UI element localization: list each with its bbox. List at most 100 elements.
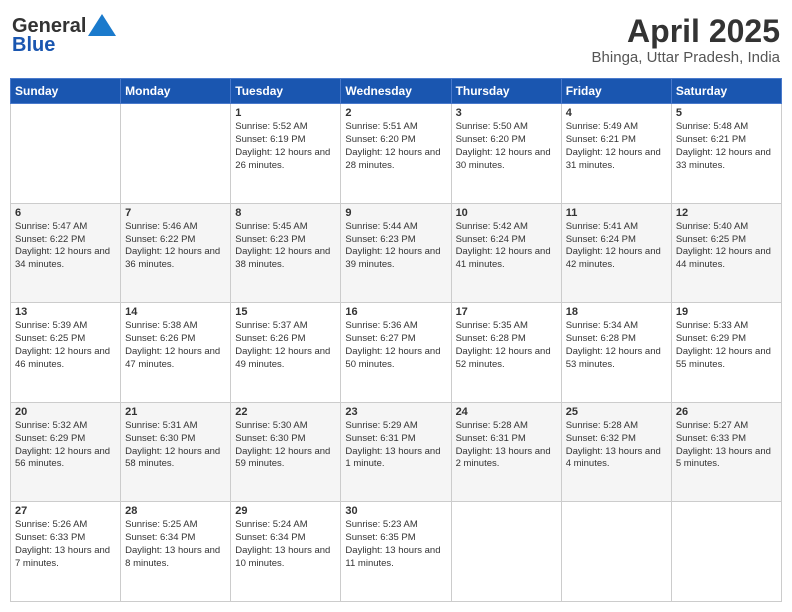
calendar-week-row: 20 Sunrise: 5:32 AM Sunset: 6:29 PM Dayli…: [11, 402, 782, 502]
table-row: 27 Sunrise: 5:26 AM Sunset: 6:33 PM Dayli…: [11, 502, 121, 602]
table-row: [451, 502, 561, 602]
day-number: 23: [345, 406, 446, 418]
cell-content: Sunrise: 5:42 AM Sunset: 6:24 PM Dayligh…: [456, 221, 557, 272]
table-row: 25 Sunrise: 5:28 AM Sunset: 6:32 PM Dayli…: [561, 402, 671, 502]
cell-content: Sunrise: 5:24 AM Sunset: 6:34 PM Dayligh…: [235, 519, 336, 570]
day-number: 29: [235, 505, 336, 517]
cell-content: Sunrise: 5:28 AM Sunset: 6:31 PM Dayligh…: [456, 420, 557, 471]
cell-content: Sunrise: 5:23 AM Sunset: 6:35 PM Dayligh…: [345, 519, 446, 570]
day-number: 3: [456, 107, 557, 119]
day-number: 12: [676, 207, 777, 219]
day-number: 30: [345, 505, 446, 517]
table-row: 24 Sunrise: 5:28 AM Sunset: 6:31 PM Dayli…: [451, 402, 561, 502]
day-number: 10: [456, 207, 557, 219]
day-number: 18: [566, 306, 667, 318]
table-row: 20 Sunrise: 5:32 AM Sunset: 6:29 PM Dayli…: [11, 402, 121, 502]
day-number: 14: [125, 306, 226, 318]
cell-content: Sunrise: 5:38 AM Sunset: 6:26 PM Dayligh…: [125, 320, 226, 371]
location: Bhinga, Uttar Pradesh, India: [592, 49, 780, 66]
table-row: 15 Sunrise: 5:37 AM Sunset: 6:26 PM Dayli…: [231, 303, 341, 403]
cell-content: Sunrise: 5:34 AM Sunset: 6:28 PM Dayligh…: [566, 320, 667, 371]
cell-content: Sunrise: 5:32 AM Sunset: 6:29 PM Dayligh…: [15, 420, 116, 471]
day-number: 16: [345, 306, 446, 318]
day-number: 26: [676, 406, 777, 418]
cell-content: Sunrise: 5:25 AM Sunset: 6:34 PM Dayligh…: [125, 519, 226, 570]
table-row: 6 Sunrise: 5:47 AM Sunset: 6:22 PM Daylig…: [11, 203, 121, 303]
day-number: 6: [15, 207, 116, 219]
month-title: April 2025: [592, 14, 780, 49]
day-number: 21: [125, 406, 226, 418]
day-number: 9: [345, 207, 446, 219]
day-number: 7: [125, 207, 226, 219]
col-friday: Friday: [561, 79, 671, 104]
page: General Blue April 2025 Bhinga, Uttar Pr…: [0, 0, 792, 612]
cell-content: Sunrise: 5:29 AM Sunset: 6:31 PM Dayligh…: [345, 420, 446, 471]
table-row: 18 Sunrise: 5:34 AM Sunset: 6:28 PM Dayli…: [561, 303, 671, 403]
cell-content: Sunrise: 5:50 AM Sunset: 6:20 PM Dayligh…: [456, 121, 557, 172]
table-row: 19Sunrise: 5:33 AM Sunset: 6:29 PM Dayli…: [671, 303, 781, 403]
calendar-week-row: 1Sunrise: 5:52 AM Sunset: 6:19 PM Daylig…: [11, 104, 782, 204]
day-number: 27: [15, 505, 116, 517]
cell-content: Sunrise: 5:44 AM Sunset: 6:23 PM Dayligh…: [345, 221, 446, 272]
day-number: 24: [456, 406, 557, 418]
col-monday: Monday: [121, 79, 231, 104]
table-row: 9 Sunrise: 5:44 AM Sunset: 6:23 PM Daylig…: [341, 203, 451, 303]
table-row: 22Sunrise: 5:30 AM Sunset: 6:30 PM Dayli…: [231, 402, 341, 502]
table-row: 30 Sunrise: 5:23 AM Sunset: 6:35 PM Dayli…: [341, 502, 451, 602]
cell-content: Sunrise: 5:40 AM Sunset: 6:25 PM Dayligh…: [676, 221, 777, 272]
day-number: 22: [235, 406, 336, 418]
day-number: 5: [676, 107, 777, 119]
cell-content: Sunrise: 5:28 AM Sunset: 6:32 PM Dayligh…: [566, 420, 667, 471]
table-row: 29 Sunrise: 5:24 AM Sunset: 6:34 PM Dayli…: [231, 502, 341, 602]
day-number: 13: [15, 306, 116, 318]
logo-triangle-icon: [88, 14, 116, 36]
calendar-week-row: 6 Sunrise: 5:47 AM Sunset: 6:22 PM Daylig…: [11, 203, 782, 303]
table-row: 16 Sunrise: 5:36 AM Sunset: 6:27 PM Dayli…: [341, 303, 451, 403]
table-row: 4 Sunrise: 5:49 AM Sunset: 6:21 PM Daylig…: [561, 104, 671, 204]
cell-content: Sunrise: 5:52 AM Sunset: 6:19 PM Dayligh…: [235, 121, 336, 172]
day-number: 17: [456, 306, 557, 318]
calendar-header-row: Sunday Monday Tuesday Wednesday Thursday…: [11, 79, 782, 104]
table-row: 1Sunrise: 5:52 AM Sunset: 6:19 PM Daylig…: [231, 104, 341, 204]
day-number: 8: [235, 207, 336, 219]
table-row: 3 Sunrise: 5:50 AM Sunset: 6:20 PM Daylig…: [451, 104, 561, 204]
day-number: 2: [345, 107, 446, 119]
table-row: 26Sunrise: 5:27 AM Sunset: 6:33 PM Dayli…: [671, 402, 781, 502]
day-number: 25: [566, 406, 667, 418]
table-row: 12 Sunrise: 5:40 AM Sunset: 6:25 PM Dayli…: [671, 203, 781, 303]
day-number: 15: [235, 306, 336, 318]
cell-content: Sunrise: 5:39 AM Sunset: 6:25 PM Dayligh…: [15, 320, 116, 371]
table-row: 5 Sunrise: 5:48 AM Sunset: 6:21 PM Daylig…: [671, 104, 781, 204]
table-row: 21 Sunrise: 5:31 AM Sunset: 6:30 PM Dayli…: [121, 402, 231, 502]
cell-content: Sunrise: 5:45 AM Sunset: 6:23 PM Dayligh…: [235, 221, 336, 272]
cell-content: Sunrise: 5:48 AM Sunset: 6:21 PM Dayligh…: [676, 121, 777, 172]
cell-content: Sunrise: 5:51 AM Sunset: 6:20 PM Dayligh…: [345, 121, 446, 172]
table-row: 11Sunrise: 5:41 AM Sunset: 6:24 PM Dayli…: [561, 203, 671, 303]
logo: General Blue: [12, 14, 116, 57]
cell-content: Sunrise: 5:33 AM Sunset: 6:29 PM Dayligh…: [676, 320, 777, 371]
table-row: 2 Sunrise: 5:51 AM Sunset: 6:20 PM Daylig…: [341, 104, 451, 204]
table-row: 7Sunrise: 5:46 AM Sunset: 6:22 PM Daylig…: [121, 203, 231, 303]
col-thursday: Thursday: [451, 79, 561, 104]
day-number: 20: [15, 406, 116, 418]
cell-content: Sunrise: 5:36 AM Sunset: 6:27 PM Dayligh…: [345, 320, 446, 371]
cell-content: Sunrise: 5:49 AM Sunset: 6:21 PM Dayligh…: [566, 121, 667, 172]
cell-content: Sunrise: 5:37 AM Sunset: 6:26 PM Dayligh…: [235, 320, 336, 371]
table-row: [121, 104, 231, 204]
cell-content: Sunrise: 5:31 AM Sunset: 6:30 PM Dayligh…: [125, 420, 226, 471]
table-row: 8 Sunrise: 5:45 AM Sunset: 6:23 PM Daylig…: [231, 203, 341, 303]
table-row: 28Sunrise: 5:25 AM Sunset: 6:34 PM Dayli…: [121, 502, 231, 602]
day-number: 4: [566, 107, 667, 119]
table-row: [671, 502, 781, 602]
calendar-week-row: 27 Sunrise: 5:26 AM Sunset: 6:33 PM Dayli…: [11, 502, 782, 602]
cell-content: Sunrise: 5:41 AM Sunset: 6:24 PM Dayligh…: [566, 221, 667, 272]
logo-blue: Blue: [12, 34, 55, 57]
table-row: 17Sunrise: 5:35 AM Sunset: 6:28 PM Dayli…: [451, 303, 561, 403]
table-row: 10 Sunrise: 5:42 AM Sunset: 6:24 PM Dayli…: [451, 203, 561, 303]
title-block: April 2025 Bhinga, Uttar Pradesh, India: [592, 14, 780, 66]
cell-content: Sunrise: 5:47 AM Sunset: 6:22 PM Dayligh…: [15, 221, 116, 272]
col-saturday: Saturday: [671, 79, 781, 104]
cell-content: Sunrise: 5:26 AM Sunset: 6:33 PM Dayligh…: [15, 519, 116, 570]
header: General Blue April 2025 Bhinga, Uttar Pr…: [10, 10, 782, 70]
table-row: [11, 104, 121, 204]
